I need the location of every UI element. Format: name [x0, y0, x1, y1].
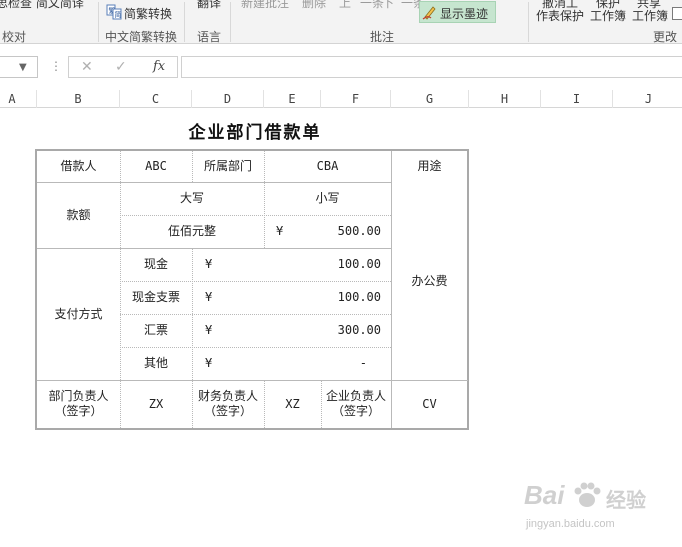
cell-cash-value[interactable]: ¥ 100.00	[192, 248, 391, 281]
cell-amount-label[interactable]: 款额	[37, 182, 120, 248]
cell-amount-lowercase[interactable]: ¥ 500.00	[264, 215, 391, 248]
cell-finance-head-label[interactable]: 财务负责人 （签字）	[192, 380, 264, 428]
watermark-brand: Bai	[524, 480, 565, 510]
group-chinese-convert: 中文简繁转换	[105, 30, 178, 44]
column-header-j[interactable]: J	[613, 90, 682, 108]
name-box[interactable]: ▼	[0, 56, 38, 78]
column-headers: A B C D E F G H I J	[0, 90, 682, 108]
translate-button[interactable]: 翻译	[197, 0, 221, 11]
watermark-url: jingyan.baidu.com	[526, 518, 615, 530]
cell-cash-check-value[interactable]: ¥ 100.00	[192, 281, 391, 314]
cell-finance-head-value[interactable]: XZ	[264, 380, 321, 428]
group-proofing: 校对	[2, 30, 27, 44]
cell-lowercase-label[interactable]: 小写	[264, 182, 391, 215]
insert-function-icon[interactable]: fx	[153, 59, 165, 74]
currency-symbol: ¥	[205, 257, 213, 271]
column-header-f[interactable]: F	[321, 90, 391, 108]
cell-purpose-value[interactable]: 办公费	[391, 182, 468, 380]
enter-icon[interactable]: ✓	[115, 59, 127, 75]
ribbon-separator	[528, 2, 529, 42]
finance-head-label-line2: （签字）	[203, 404, 252, 418]
cell-department-value[interactable]: CBA	[264, 151, 391, 182]
company-head-label-line2: （签字）	[331, 404, 380, 418]
next-comment-button[interactable]: 下	[382, 0, 394, 11]
cancel-icon[interactable]: ✕	[81, 59, 93, 75]
convert-icon: 繁简	[106, 4, 122, 20]
cell-dept-head-value[interactable]: ZX	[120, 380, 192, 428]
currency-symbol: ¥	[205, 323, 213, 337]
ribbon-separator	[184, 2, 185, 42]
cell-department-label[interactable]: 所属部门	[192, 151, 264, 182]
formula-bar: ▼ ⋮ ✕ ✓ fx	[0, 52, 682, 84]
cell-other-value[interactable]: ¥ -	[192, 347, 391, 380]
column-header-h[interactable]: H	[469, 90, 541, 108]
show-ink-label: 显示墨迹	[440, 7, 489, 21]
paw-icon	[572, 482, 602, 510]
column-header-d[interactable]: D	[192, 90, 264, 108]
cell-uppercase-label[interactable]: 大写	[120, 182, 264, 215]
ribbon: 思检查 简文简译 繁简 简繁转换 翻译 新建批注 删除 上 一条 下 一条 显示…	[0, 0, 682, 44]
amount-lowercase-value: 500.00	[337, 224, 381, 238]
currency-symbol: ¥	[205, 356, 213, 370]
more-options-icon[interactable]: ⋮	[50, 59, 62, 73]
cell-payment-method-label[interactable]: 支付方式	[37, 248, 120, 380]
cell-amount-uppercase[interactable]: 伍佰元整	[120, 215, 264, 248]
watermark-brand-cn: 经验	[606, 488, 646, 512]
company-head-label-line1: 企业负责人	[325, 389, 386, 403]
formula-buttons: ✕ ✓ fx	[68, 56, 178, 78]
unprotect-sheet-button[interactable]: 作表保护	[536, 7, 584, 24]
ribbon-separator	[98, 2, 99, 42]
other-amount: -	[359, 356, 367, 370]
previous-comment-label: 一条	[360, 0, 385, 10]
column-header-i[interactable]: I	[541, 90, 613, 108]
formula-input[interactable]	[181, 56, 682, 78]
show-ink-button[interactable]: 显示墨迹	[419, 1, 496, 23]
finance-head-label-line1: 财务负责人	[197, 389, 258, 403]
proofing-item[interactable]: 思检查 简文简译	[0, 0, 84, 11]
chinese-convert-button[interactable]: 简繁转换	[124, 5, 172, 22]
cell-borrower-label[interactable]: 借款人	[37, 151, 120, 182]
new-comment-button[interactable]: 新建批注	[241, 0, 289, 11]
draft-amount: 300.00	[337, 323, 381, 337]
cell-borrower-value[interactable]: ABC	[120, 151, 192, 182]
column-header-g[interactable]: G	[391, 90, 469, 108]
cash-amount: 100.00	[337, 257, 381, 271]
column-header-e[interactable]: E	[264, 90, 321, 108]
cell-draft-value[interactable]: ¥ 300.00	[192, 314, 391, 347]
share-workbook-button[interactable]: 工作簿	[632, 7, 668, 24]
ribbon-separator	[230, 2, 231, 42]
column-header-b[interactable]: B	[37, 90, 120, 108]
cell-draft-label[interactable]: 汇票	[120, 314, 192, 347]
currency-symbol: ¥	[276, 224, 284, 238]
group-comments: 批注	[370, 30, 395, 44]
previous-comment-button[interactable]: 上	[339, 0, 351, 11]
delete-comment-button[interactable]: 删除	[302, 0, 326, 11]
column-header-a[interactable]: A	[0, 90, 37, 108]
ink-pen-icon	[422, 4, 438, 20]
chevron-down-icon[interactable]: ▼	[19, 62, 27, 73]
svg-text:简: 简	[115, 10, 122, 19]
cell-dept-head-label[interactable]: 部门负责人 （签字）	[37, 380, 120, 428]
cell-other-label[interactable]: 其他	[120, 347, 192, 380]
cell-purpose-label[interactable]: 用途	[391, 151, 468, 182]
protect-workbook-button[interactable]: 工作簿	[590, 7, 626, 24]
cash-check-amount: 100.00	[337, 290, 381, 304]
group-changes: 更改	[653, 30, 678, 44]
watermark: Bai 经验 jingyan.baidu.com	[520, 478, 680, 542]
currency-symbol: ¥	[205, 290, 213, 304]
form-title[interactable]: 企业部门借款单	[120, 118, 390, 143]
cell-company-head-value[interactable]: CV	[391, 380, 468, 428]
track-changes-icon[interactable]	[672, 7, 682, 20]
cell-cash-label[interactable]: 现金	[120, 248, 192, 281]
cell-company-head-label[interactable]: 企业负责人 （签字）	[321, 380, 391, 428]
group-language: 语言	[197, 30, 222, 44]
cell-cash-check-label[interactable]: 现金支票	[120, 281, 192, 314]
column-header-c[interactable]: C	[120, 90, 192, 108]
dept-head-label-line1: 部门负责人	[48, 389, 109, 403]
dept-head-label-line2: （签字）	[54, 404, 103, 418]
